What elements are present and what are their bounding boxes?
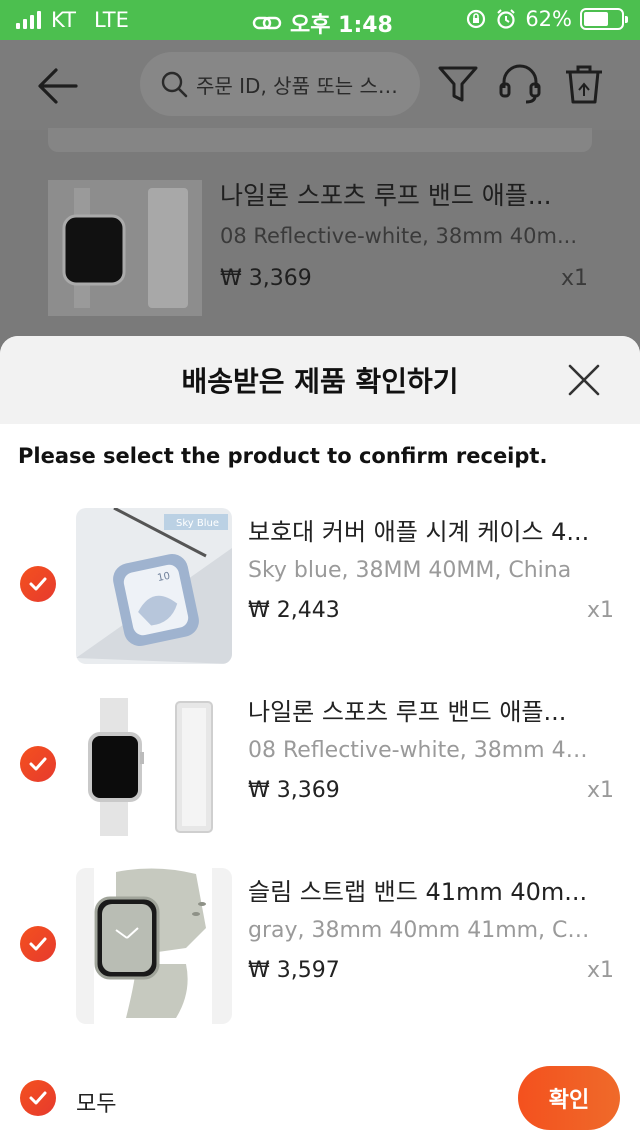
search-placeholder: 주문 ID, 상품 또는 스…	[196, 73, 398, 98]
checkmark-icon	[29, 937, 47, 951]
filter-icon[interactable]	[436, 62, 480, 106]
product-quantity: x1	[586, 778, 614, 803]
product-row[interactable]: Sky Blue 10 보호대 커버 애플 시계 케이스 4... Sky bl…	[0, 508, 640, 668]
product-row[interactable]: 나일론 스포츠 루프 밴드 애플... 08 Reflective-white,…	[0, 688, 640, 848]
product-price: ₩ 3,369	[248, 778, 340, 803]
checkmark-icon	[29, 577, 47, 591]
product-thumbnail	[76, 688, 232, 844]
product-thumbnail: Sky Blue 10	[76, 508, 232, 664]
checkbox-checked[interactable]	[20, 566, 56, 602]
product-price: ₩ 3,597	[248, 958, 340, 983]
product-thumbnail	[76, 868, 232, 1024]
order-card-header	[48, 128, 592, 152]
product-title: 슬림 스트랩 밴드 41mm 40m...	[248, 878, 588, 906]
checkbox-checked[interactable]	[20, 926, 56, 962]
confirm-button[interactable]: 확인	[518, 1066, 620, 1130]
checkbox-checked[interactable]	[20, 746, 56, 782]
product-variant: 08 Reflective-white, 38mm 40m...	[220, 224, 577, 248]
sheet-footer: 모두 확인	[0, 1048, 640, 1136]
search-icon	[161, 71, 188, 98]
product-variant: gray, 38mm 40mm 41mm, China	[248, 918, 598, 943]
battery-percent: 62%	[525, 7, 572, 31]
product-variant: 08 Reflective-white, 38mm 40...	[248, 738, 598, 763]
product-row[interactable]: 슬림 스트랩 밴드 41mm 40m... gray, 38mm 40mm 41…	[0, 868, 640, 1028]
close-icon[interactable]	[566, 362, 602, 398]
rotation-lock-icon	[467, 9, 486, 29]
select-all-label[interactable]: 모두	[76, 1086, 116, 1118]
thumb-caption: Sky Blue	[176, 518, 219, 529]
signal-icon	[16, 11, 41, 29]
select-all-checkbox[interactable]	[20, 1080, 56, 1116]
product-title: 나일론 스포츠 루프 밴드 애플...	[248, 698, 567, 726]
confirm-receipt-sheet: 배송받은 제품 확인하기 Please select the product t…	[0, 336, 640, 1136]
search-input[interactable]: 주문 ID, 상품 또는 스…	[140, 52, 420, 116]
status-left: KT LTE	[16, 8, 129, 32]
checkmark-icon	[29, 1091, 47, 1105]
page-header: 주문 ID, 상품 또는 스…	[0, 40, 640, 130]
product-title: 나일론 스포츠 루프 밴드 애플...	[220, 181, 552, 210]
product-quantity: x1	[586, 598, 614, 623]
alarm-icon	[497, 9, 516, 29]
status-bar: KT LTE 오후 1:48 62%	[0, 0, 640, 40]
product-title: 보호대 커버 애플 시계 케이스 4...	[248, 518, 590, 546]
checkmark-icon	[29, 757, 47, 771]
back-arrow-icon[interactable]	[36, 66, 80, 106]
instruction-text: Please select the product to confirm rec…	[18, 444, 548, 468]
carrier-label: KT	[51, 8, 76, 32]
sheet-title: 배송받은 제품 확인하기	[181, 365, 459, 398]
product-thumbnail	[48, 180, 202, 316]
trash-icon[interactable]	[562, 62, 606, 106]
network-label: LTE	[93, 8, 129, 32]
product-price: ₩ 3,369	[220, 266, 312, 291]
status-time: 오후 1:48	[290, 13, 393, 38]
sheet-header: 배송받은 제품 확인하기	[0, 336, 640, 424]
product-variant: Sky blue, 38MM 40MM, China	[248, 558, 572, 583]
product-price: ₩ 2,443	[248, 598, 340, 623]
background-page: 주문 ID, 상품 또는 스… 나일론 스포츠 루프 밴드 애플... 08 R…	[0, 40, 640, 340]
product-quantity: x1	[560, 266, 588, 291]
background-order-item[interactable]: 나일론 스포츠 루프 밴드 애플... 08 Reflective-white,…	[48, 164, 608, 324]
status-right: 62%	[465, 7, 628, 31]
status-center: 오후 1:48	[252, 7, 393, 39]
headset-icon[interactable]	[498, 62, 542, 106]
product-quantity: x1	[586, 958, 614, 983]
link-icon	[252, 16, 282, 30]
battery-icon	[580, 8, 628, 30]
